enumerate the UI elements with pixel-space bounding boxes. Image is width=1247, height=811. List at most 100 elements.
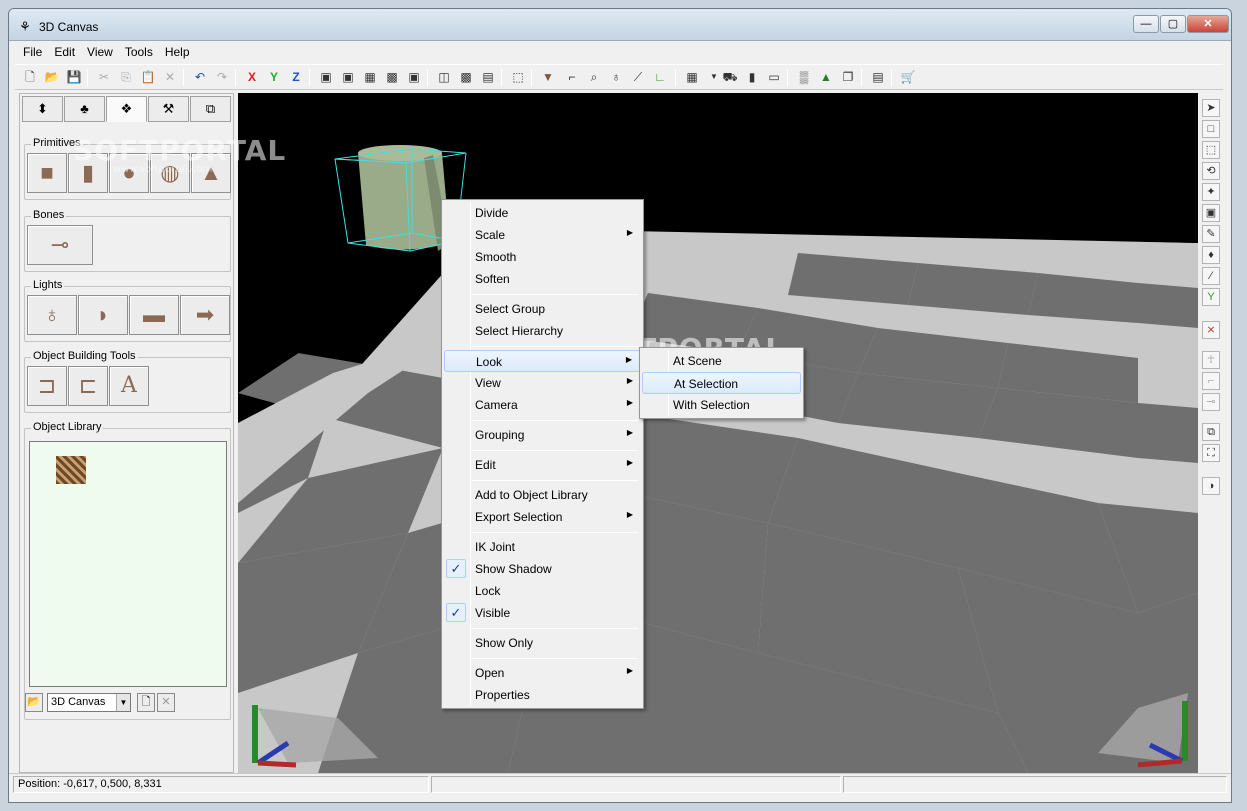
bone-link-icon[interactable]: ⊸ — [1202, 393, 1220, 411]
top-view-icon[interactable]: ▣ — [405, 68, 423, 86]
z-axis-button[interactable]: Z — [287, 68, 305, 86]
menu-item-open[interactable]: Open ▶ — [444, 662, 641, 684]
menu-item-show-shadow[interactable]: ✓ Show Shadow — [444, 558, 641, 580]
copy-icon[interactable]: ⎘ — [117, 68, 135, 86]
new-file-icon[interactable]: 🗋 — [21, 68, 39, 86]
menu-item-divide[interactable]: Divide — [444, 202, 641, 224]
redo-icon[interactable]: ↷ — [213, 68, 231, 86]
tab-hierarchy[interactable]: ⧉ — [190, 96, 231, 122]
texture-view-icon[interactable]: ▦ — [361, 68, 379, 86]
area-light-icon[interactable]: ▬ — [129, 295, 179, 335]
library-object-thumbnail[interactable] — [56, 456, 86, 484]
delete-icon[interactable]: ✕ — [161, 68, 179, 86]
menu-item-camera[interactable]: Camera ▶ — [444, 394, 641, 416]
submenu-item-with-selection[interactable]: With Selection — [642, 394, 801, 416]
face-select-icon[interactable]: ▣ — [1202, 204, 1220, 222]
delete-library-icon[interactable]: ✕ — [157, 693, 175, 712]
cube-dropdown-icon[interactable]: ▼ — [539, 68, 557, 86]
render-icon[interactable]: ▤ — [479, 68, 497, 86]
shopping-cart-icon[interactable]: 🛒 — [899, 68, 917, 86]
grid-select-icon[interactable]: ⬚ — [509, 68, 527, 86]
menu-edit[interactable]: Edit — [48, 42, 81, 62]
tab-objects[interactable]: ❖ — [106, 96, 147, 122]
directional-light-icon[interactable]: ➡ — [180, 295, 230, 335]
menu-item-add-to-object-library[interactable]: Add to Object Library — [444, 484, 641, 506]
curve-icon[interactable]: ⟋ — [629, 68, 647, 86]
tab-tools[interactable]: ⚒ — [148, 96, 189, 122]
text-tool-icon[interactable]: A — [109, 366, 149, 406]
calendar-icon[interactable]: ▤ — [869, 68, 887, 86]
branch-icon[interactable]: Y — [1202, 288, 1220, 306]
close-button[interactable]: ✕ — [1187, 15, 1229, 33]
side-view-icon[interactable]: ▣ — [339, 68, 357, 86]
front-view-icon[interactable]: ▣ — [317, 68, 335, 86]
undo-icon[interactable]: ↶ — [191, 68, 209, 86]
joint-icon[interactable]: ⌐ — [1202, 372, 1220, 390]
object-library-area[interactable] — [29, 441, 227, 687]
select-rect-icon[interactable]: □ — [1202, 120, 1220, 138]
menu-item-export-selection[interactable]: Export Selection ▶ — [444, 506, 641, 528]
tab-navigate[interactable]: ⬍ — [22, 96, 63, 122]
split-view-icon[interactable]: ◑ — [1202, 477, 1220, 495]
extrude-tool-icon[interactable]: ⊏ — [68, 366, 108, 406]
truck-icon[interactable]: ⛟ — [721, 68, 739, 86]
3d-viewport[interactable] — [238, 93, 1198, 773]
cylinder-icon[interactable]: ▮ — [743, 68, 761, 86]
menu-item-smooth[interactable]: Smooth — [444, 246, 641, 268]
menu-item-grouping[interactable]: Grouping ▶ — [444, 424, 641, 446]
menu-item-select-hierarchy[interactable]: Select Hierarchy — [444, 320, 641, 342]
paste-icon[interactable]: 📋 — [139, 68, 157, 86]
brush-icon[interactable]: ✎ — [1202, 225, 1220, 243]
menu-help[interactable]: Help — [159, 42, 196, 62]
light-bulb-icon[interactable]: ♁ — [607, 68, 625, 86]
y-axis-button[interactable]: Y — [265, 68, 283, 86]
point-light-icon[interactable]: ♁ — [27, 295, 77, 335]
figure-icon[interactable]: ☥ — [1202, 351, 1220, 369]
lathe-tool-icon[interactable]: ⊐ — [27, 366, 67, 406]
menu-item-edit[interactable]: Edit ▶ — [444, 454, 641, 476]
floor-pattern-icon[interactable]: ▦ — [683, 68, 701, 86]
paint-bucket-icon[interactable]: ♦ — [1202, 246, 1220, 264]
windows-icon[interactable]: ❐ — [839, 68, 857, 86]
menu-item-view[interactable]: View ▶ — [444, 372, 641, 394]
tab-paint[interactable]: ♣ — [64, 96, 105, 122]
open-library-icon[interactable]: 📂 — [25, 693, 43, 712]
menu-file[interactable]: File — [17, 42, 48, 62]
menu-item-properties[interactable]: Properties — [444, 684, 641, 706]
spot-light-icon[interactable]: ◗ — [78, 295, 128, 335]
menu-view[interactable]: View — [81, 42, 119, 62]
bone-icon[interactable]: ⊸ — [27, 225, 93, 265]
menu-tools[interactable]: Tools — [119, 42, 159, 62]
save-icon[interactable]: 💾 — [65, 68, 83, 86]
export-frame-icon[interactable]: ⧉ — [1202, 423, 1220, 441]
landscape-icon[interactable]: ▲ — [817, 68, 835, 86]
menu-item-ik-joint[interactable]: IK Joint — [444, 536, 641, 558]
chevron-down-icon[interactable]: ▼ — [116, 694, 130, 711]
submenu-item-at-selection[interactable]: At Selection — [642, 372, 801, 394]
bus-icon[interactable]: ▭ — [765, 68, 783, 86]
menu-item-visible[interactable]: ✓ Visible — [444, 602, 641, 624]
magic-wand-icon[interactable]: ✦ — [1202, 183, 1220, 201]
maximize-button[interactable]: ▢ — [1160, 15, 1186, 33]
open-folder-icon[interactable]: 📂 — [43, 68, 61, 86]
menu-item-select-group[interactable]: Select Group — [444, 298, 641, 320]
x-axis-button[interactable]: X — [243, 68, 261, 86]
textured-box-icon[interactable]: ▩ — [457, 68, 475, 86]
axis-reset-icon[interactable]: ⨯ — [1202, 321, 1220, 339]
minimize-button[interactable]: — — [1133, 15, 1159, 33]
rotate-icon[interactable]: ⟲ — [1202, 162, 1220, 180]
menu-item-look[interactable]: Look ▶ — [444, 350, 641, 372]
pointer-icon[interactable]: ➤ — [1202, 99, 1220, 117]
eyedropper-icon[interactable]: ⁄ — [1202, 267, 1220, 285]
submenu-item-at-scene[interactable]: At Scene — [642, 350, 801, 372]
cut-icon[interactable]: ✂ — [95, 68, 113, 86]
menu-item-soften[interactable]: Soften — [444, 268, 641, 290]
spotlight-icon[interactable]: ⌐ — [563, 68, 581, 86]
library-combo[interactable]: 3D Canvas ▼ — [47, 693, 131, 712]
menu-item-scale[interactable]: Scale ▶ — [444, 224, 641, 246]
wireframe-box-icon[interactable]: ◫ — [435, 68, 453, 86]
solid-view-icon[interactable]: ▩ — [383, 68, 401, 86]
marquee-icon[interactable]: ⬚ — [1202, 141, 1220, 159]
camera-icon[interactable]: ⌕ — [585, 68, 603, 86]
fit-view-icon[interactable]: ⛶ — [1202, 444, 1220, 462]
